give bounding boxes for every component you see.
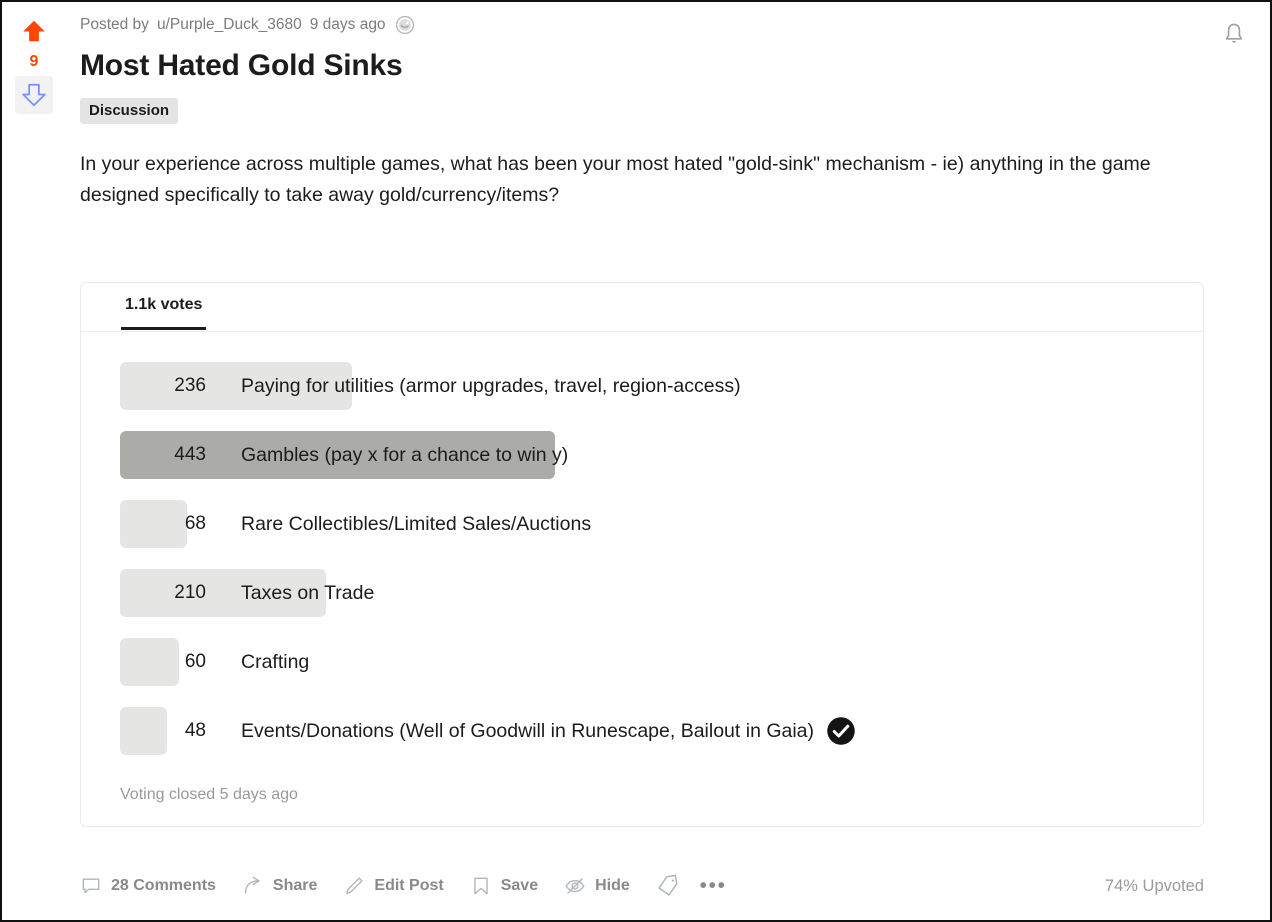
poll-option-count: 68 xyxy=(184,513,206,534)
poll-option-label-wrap: Gambles (pay x for a chance to win y) xyxy=(241,431,568,479)
poll-option-row[interactable]: 48 Events/Donations (Well of Goodwill in … xyxy=(81,707,1203,755)
poll-option-label-wrap: Crafting xyxy=(241,638,309,686)
notifications-button[interactable] xyxy=(1214,14,1254,54)
more-options-button[interactable]: ••• xyxy=(699,875,727,897)
edit-post-label: Edit Post xyxy=(374,877,444,894)
pencil-icon xyxy=(343,875,365,897)
share-label: Share xyxy=(272,877,318,894)
share-button[interactable]: Share xyxy=(242,875,317,897)
comments-button[interactable]: 28 Comments xyxy=(80,875,216,897)
vote-rail: 9 xyxy=(10,12,58,114)
poll-option-label-wrap: Taxes on Trade xyxy=(241,569,374,617)
award-badge-icon[interactable] xyxy=(394,14,416,36)
hide-label: Hide xyxy=(595,877,630,894)
comment-bubble-icon xyxy=(80,875,102,897)
post-flair[interactable]: Discussion xyxy=(80,98,179,124)
poll-option-row[interactable]: 443 Gambles (pay x for a chance to win y) xyxy=(81,431,1203,479)
poll-option-label: Crafting xyxy=(241,650,310,673)
poll-option-label: Paying for utilities (armor upgrades, tr… xyxy=(241,374,741,397)
check-circle-icon xyxy=(826,716,856,746)
tag-button[interactable] xyxy=(656,874,680,898)
tab-votes[interactable]: 1.1k votes xyxy=(121,283,207,330)
bookmark-icon xyxy=(470,875,492,897)
eye-off-icon xyxy=(564,875,586,897)
poll-option-count: 60 xyxy=(184,651,206,672)
poll-option-row[interactable]: 236 Paying for utilities (armor upgrades,… xyxy=(81,362,1203,410)
tag-icon xyxy=(656,874,680,898)
bell-icon xyxy=(1221,21,1247,47)
comments-label: 28 Comments xyxy=(111,877,216,894)
poll-option-label: Gambles (pay x for a chance to win y) xyxy=(241,443,569,466)
upvoted-percentage: 74% Upvoted xyxy=(1104,876,1204,895)
byline-prefix: Posted by xyxy=(80,16,149,33)
downvote-button[interactable] xyxy=(15,76,53,114)
poll-option-label: Taxes on Trade xyxy=(241,581,375,604)
poll-option-label: Rare Collectibles/Limited Sales/Auctions xyxy=(241,512,592,535)
poll-option-label-wrap: Paying for utilities (armor upgrades, tr… xyxy=(241,362,741,410)
poll-option-label-wrap: Rare Collectibles/Limited Sales/Auctions xyxy=(241,500,591,548)
upvote-arrow-icon xyxy=(21,18,47,44)
poll-options-list: 236 Paying for utilities (armor upgrades,… xyxy=(81,332,1203,755)
edit-post-button[interactable]: Edit Post xyxy=(343,875,444,897)
poll-tabs: 1.1k votes xyxy=(81,283,1203,332)
voting-closed-text: Voting closed 5 days ago xyxy=(120,786,298,803)
post-author[interactable]: u/Purple_Duck_3680 xyxy=(157,15,302,35)
poll-option-count: 210 xyxy=(174,582,206,603)
post-byline: Posted by u/Purple_Duck_3680 9 days ago xyxy=(80,14,1200,36)
hide-button[interactable]: Hide xyxy=(564,875,630,897)
save-button[interactable]: Save xyxy=(470,875,538,897)
reddit-post-page: 9 Posted by u/Purple_Duck_3680 9 days ag… xyxy=(0,0,1272,922)
post-action-bar: 28 Comments Share Edit Post Save Hide ••… xyxy=(80,864,1204,908)
downvote-arrow-icon xyxy=(21,82,47,108)
poll-option-count: 443 xyxy=(174,444,206,465)
upvote-button[interactable] xyxy=(15,12,53,50)
poll-option-row[interactable]: 210 Taxes on Trade xyxy=(81,569,1203,617)
poll-option-row[interactable]: 60 Crafting xyxy=(81,638,1203,686)
share-arrow-icon xyxy=(242,875,264,897)
save-label: Save xyxy=(500,877,539,894)
post-body-text: In your experience across multiple games… xyxy=(80,153,1151,206)
post-timestamp: 9 days ago xyxy=(309,16,386,33)
poll-option-label: Events/Donations (Well of Goodwill in Ru… xyxy=(241,719,815,742)
more-dots-icon: ••• xyxy=(699,875,727,897)
post-content: Posted by u/Purple_Duck_3680 9 days ago … xyxy=(80,14,1200,211)
poll-card: 1.1k votes 236 Paying for utilities (armo… xyxy=(80,282,1204,827)
page-title: Most Hated Gold Sinks xyxy=(80,49,403,82)
poll-option-count: 236 xyxy=(174,375,206,396)
poll-option-count: 48 xyxy=(184,720,206,741)
vote-score: 9 xyxy=(29,53,39,70)
poll-option-label-wrap: Events/Donations (Well of Goodwill in Ru… xyxy=(241,707,856,755)
poll-option-row[interactable]: 68 Rare Collectibles/Limited Sales/Auctio… xyxy=(81,500,1203,548)
